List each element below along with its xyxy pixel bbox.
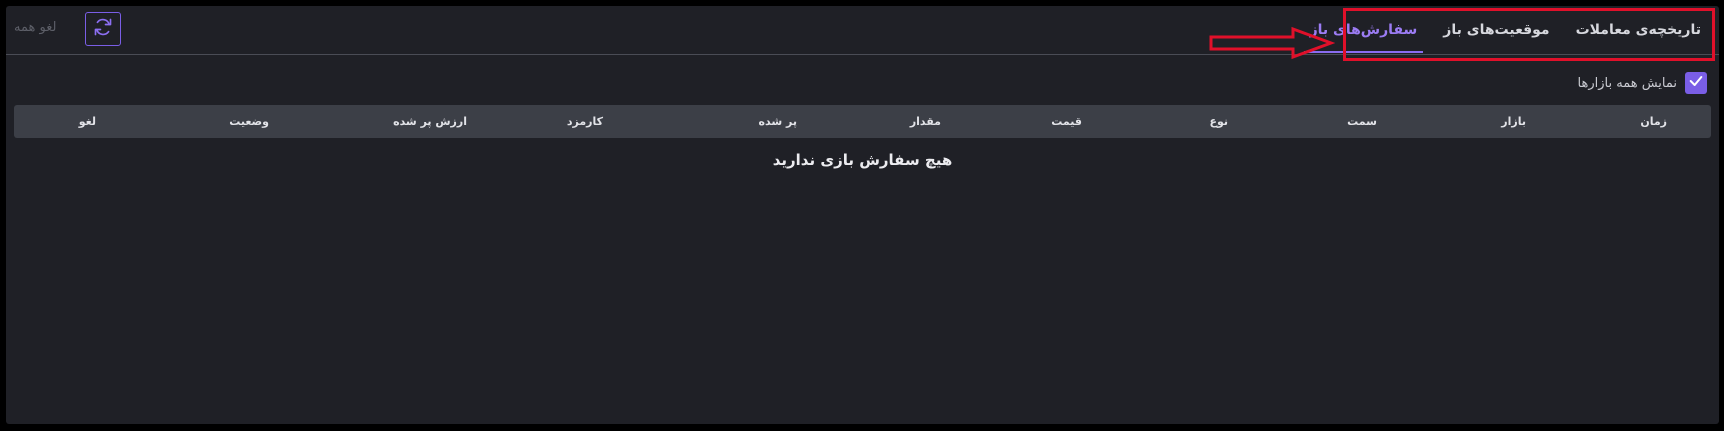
column-header-time: زمان [1640, 115, 1667, 128]
tab-trade-history[interactable]: تاریخچه‌ی معاملات [1570, 6, 1707, 54]
cancel-all-button[interactable]: لغو همه [14, 20, 56, 35]
column-header-amount: مقدار [909, 115, 941, 128]
column-header-filled: پر شده [758, 115, 797, 128]
column-header-fee: کارمزد [566, 115, 603, 128]
empty-orders-message: هیچ سفارش بازی ندارید [772, 151, 953, 169]
column-header-filled-value: ارزش پر شده [393, 115, 467, 128]
orders-table-header: زمان بازار سمت نوع قیمت مقدار پر شده کار… [14, 105, 1711, 138]
column-header-price: قیمت [1051, 115, 1082, 128]
orders-topbar: لغو همه سفارش‌های باز موقعیت‌های باز تار… [6, 6, 1719, 61]
column-header-status: وضعیت [229, 115, 269, 128]
orders-panel: لغو همه سفارش‌های باز موقعیت‌های باز تار… [6, 6, 1719, 424]
orders-tabs: سفارش‌های باز موقعیت‌های باز تاریخچه‌ی م… [1290, 6, 1707, 54]
column-header-cancel: لغو [78, 115, 96, 128]
column-header-type: نوع [1209, 115, 1228, 128]
annotation-arrow [1209, 26, 1335, 60]
tab-open-positions[interactable]: موقعیت‌های باز [1437, 6, 1555, 54]
show-all-markets-label: نمایش همه بازارها [1577, 75, 1677, 91]
refresh-icon [93, 17, 113, 41]
show-all-markets-checkbox[interactable] [1685, 72, 1707, 94]
refresh-button[interactable] [85, 12, 121, 46]
checkmark-icon [1688, 73, 1704, 93]
show-all-markets-toggle[interactable]: نمایش همه بازارها [1578, 72, 1707, 94]
column-header-market: بازار [1501, 115, 1526, 128]
column-header-side: سمت [1347, 115, 1377, 128]
